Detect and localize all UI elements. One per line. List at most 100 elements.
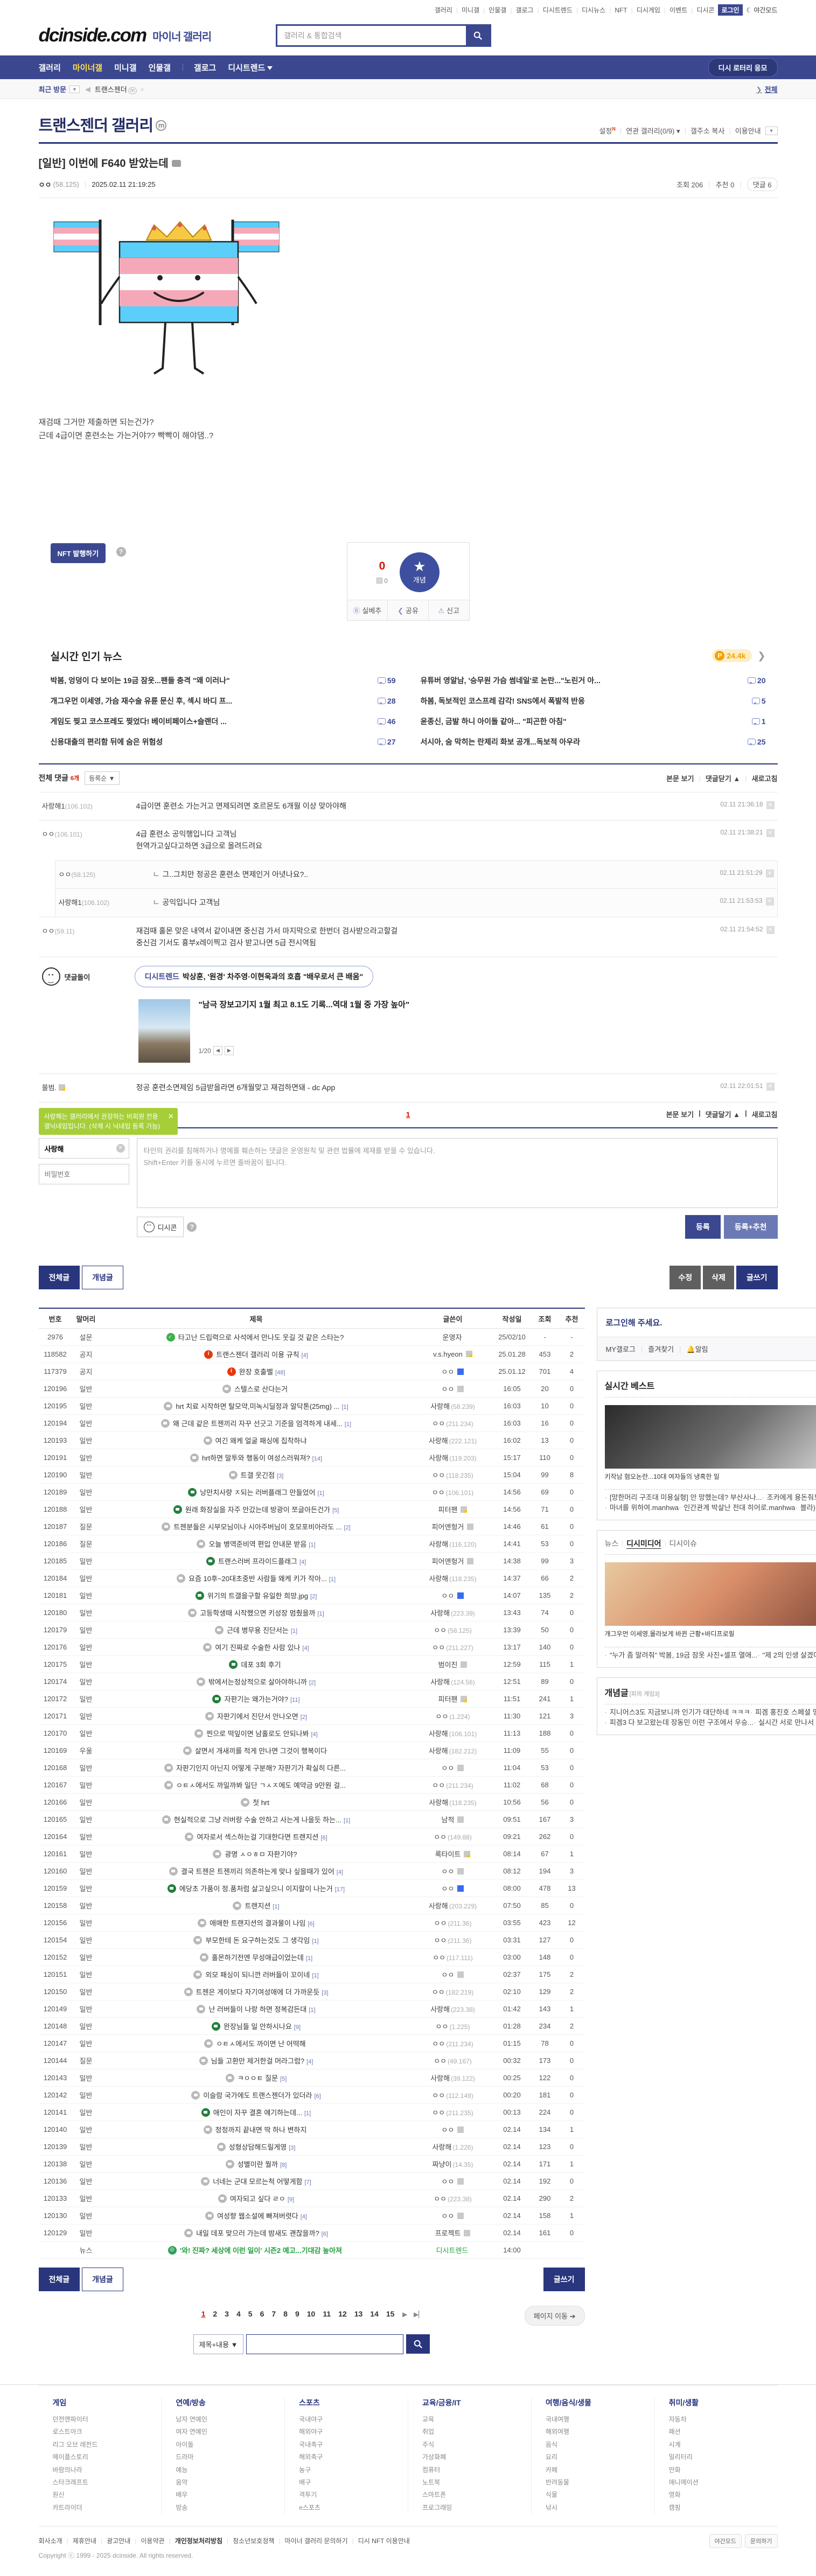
comment-textarea[interactable] [137, 1138, 778, 1208]
scroll-left-icon[interactable]: ◀ [85, 85, 90, 94]
table-row[interactable]: 120190 일반 트갤 웃긴점[3] ㅇㅇ(118.235) 15:04 99… [39, 1466, 585, 1484]
nft-help-icon[interactable]: ? [116, 547, 126, 557]
writer-name[interactable]: ㅇㅇ [434, 1919, 447, 1927]
table-row[interactable]: 120141 일반 애인이 자꾸 결혼 얘기하는데...[1] ㅇㅇ(211.2… [39, 2104, 585, 2121]
post-head-tag[interactable]: 질문 [72, 2052, 100, 2069]
topbar-link[interactable]: 이벤트 [669, 5, 687, 15]
footer-link[interactable]: 로스트아크 [53, 2426, 148, 2438]
news-item[interactable]: 유튜버 영알남, '승무원 가슴 썸네일'로 논란..."노린거 아...20 [421, 675, 766, 686]
related-galleries-link[interactable]: 연관 갤러리(0/9) ▾ [626, 125, 680, 136]
topbar-link[interactable]: 미니갤 [462, 5, 479, 15]
footer-legal-link[interactable]: 디시 NFT 이용안내 [358, 2536, 410, 2545]
vote-action-button[interactable]: ⚠신고 [428, 600, 469, 620]
writer-name[interactable]: ㅇㅇ [434, 2057, 447, 2065]
comment-toolbar-link[interactable]: 새로고침 [752, 1109, 778, 1119]
post-title-link[interactable]: 찐으로 떡잎이면 남홀로도 안되나봐[4] [206, 1730, 317, 1738]
footer-link[interactable]: 취업 [422, 2426, 517, 2438]
writer-name[interactable]: ㅇㅇ [434, 2195, 447, 2203]
writer-name[interactable]: ㅇㅇ [432, 1988, 445, 1996]
write-button[interactable]: 글쓰기 [736, 1266, 778, 1289]
news-item[interactable]: 하봄, 독보적인 코스프레 감각! SNS에서 폭발적 반응5 [421, 696, 766, 706]
footer-link[interactable]: 음악 [176, 2476, 270, 2489]
post-title-link[interactable]: 결국 트젠은 트젠끼리 의존하는게 맞나 싶을때가 있어[4] [181, 1868, 343, 1876]
post-title-link[interactable]: 트젠은 게이보다 자기여성애에 더 가까운듯[3] [196, 1988, 329, 1996]
table-row[interactable]: 120136 일반 너네는 군대 모르는척 어떻게함[7] ㅇㅇ 02.14 1… [39, 2173, 585, 2190]
news-item[interactable]: 신용대출의 편리함 뒤에 숨은 위험성27 [51, 736, 396, 747]
post-head-tag[interactable]: 일반 [72, 1983, 100, 2001]
dccon-help-icon[interactable]: ? [187, 1222, 197, 1232]
news-item[interactable]: 게임도 찢고 코스프레도 찢었다! 베이비페이스+슬랜더 ...46 [51, 716, 396, 727]
post-title-link[interactable]: 부모한테 돈 요구하는것도 그 생각임[1] [205, 1936, 318, 1945]
news-thumbnail-item[interactable]: 개그우먼 이세영,몰라보게 바뀐 근황+바디프로필 [605, 1562, 816, 1639]
footer-link[interactable]: 메이플스토리 [53, 2451, 148, 2463]
post-head-tag[interactable]: 일반 [72, 1777, 100, 1794]
vote-action-button[interactable]: ❮공유 [387, 600, 428, 620]
concept-vote-button[interactable]: ★ 개념 [400, 552, 440, 592]
post-title-link[interactable]: hrt 치료 시작하면 탈모약,미녹시딜정과 알닥톤(25mg) ...[1] [176, 1402, 348, 1410]
table-row[interactable]: 120168 일반 자판기인지 아닌지 어떻게 구분해? 자판기가 확실히 다른… [39, 1759, 585, 1777]
post-head-tag[interactable]: 일반 [72, 1570, 100, 1587]
post-title-link[interactable]: 자판기인지 아닌지 어떻게 구분해? 자판기가 확실히 다른... [176, 1764, 348, 1772]
writer-name[interactable]: 사랑해 [429, 1902, 448, 1910]
post-head-tag[interactable]: 설문 [72, 1329, 100, 1346]
comment-delete-icon[interactable]: ✕ [766, 926, 775, 934]
footer-link[interactable]: 아이돌 [176, 2439, 270, 2451]
post-head-tag[interactable]: 일반 [72, 2207, 100, 2224]
post-head-tag[interactable]: 공지 [72, 1346, 100, 1363]
writer-name[interactable]: ㅇㅇ [432, 2040, 445, 2048]
concept-posts-button[interactable]: 개념글 [82, 1266, 123, 1289]
writer-name[interactable]: ㅇㅇ [432, 1781, 445, 1789]
table-row[interactable]: 120191 일반 hrt하면 말투와 행동이 여성스러워져?[14] 사랑해(… [39, 1449, 585, 1466]
footer-link[interactable]: 만화 [669, 2464, 764, 2476]
post-head-tag[interactable]: 일반 [72, 1673, 100, 1690]
dccon-button[interactable]: 디시콘 [137, 1217, 184, 1237]
footer-legal-link[interactable]: 마이너 갤러리 문의하기 [285, 2536, 348, 2545]
post-head-tag[interactable]: 일반 [72, 2069, 100, 2087]
footer-link[interactable]: 여자 연예인 [176, 2426, 270, 2438]
write-button-bottom[interactable]: 글쓰기 [543, 2268, 585, 2291]
writer-name[interactable]: ㅇㅇ [432, 1420, 445, 1428]
list-item[interactable]: 인간관계 박살난 전대 히어로.manhwa [679, 1500, 795, 1515]
login-quick-link[interactable]: 🔔알림 [687, 1344, 708, 1354]
post-title-link[interactable]: 현실적으로 그냥 러버랑 수술 안하고 사는게 나을듯 하는...[1] [174, 1816, 350, 1824]
post-title-link[interactable]: ㅇㅌㅅ에서도 까이면 난 어떡해 [216, 2040, 308, 2048]
post-title-link[interactable]: 완장 호출벨[48] [239, 1368, 285, 1376]
writer-name[interactable]: ㅇㅇ [432, 1644, 445, 1652]
gallery-more-dropdown[interactable]: ▼ [765, 127, 778, 135]
writer-name[interactable]: ㅇㅇ [442, 1368, 455, 1376]
table-row[interactable]: 2976 설문 타고난 드립력으로 사석에서 만나도 웃길 것 같은 스타는? … [39, 1329, 585, 1346]
post-head-tag[interactable]: 일반 [72, 1587, 100, 1604]
gnb-item[interactable]: 미니갤 [114, 62, 136, 73]
trend-news-title[interactable]: "남극 장보고기지 1월 최고 8.1도 기록...역대 1월 중 가장 높아" [199, 999, 410, 1010]
last-page-icon[interactable]: ▶▏ [414, 2311, 423, 2318]
table-row[interactable]: 120187 질문 트젠분들은 시부모님이나 시아주버님이 호모포비아라도 ..… [39, 1518, 585, 1535]
topbar-link[interactable]: 갤러리 [435, 5, 452, 15]
post-title-link[interactable]: ㅋㅇㅇㅌ 질문[5] [238, 2074, 287, 2082]
post-head-tag[interactable]: 일반 [72, 2087, 100, 2104]
post-title-link[interactable]: hrt하면 말투와 행동이 여성스러워져?[14] [202, 1454, 322, 1462]
post-title-link[interactable]: 여기 진짜로 수술한 사람 있나[4] [215, 1644, 309, 1652]
table-row[interactable]: 120130 일반 여성향 웹소설에 빠져버렷다[4] ㅇㅇ 02.14 158… [39, 2207, 585, 2224]
table-row[interactable]: 120196 일반 스텔스로 산다는거 ㅇㅇ 16:05 20 0 [39, 1380, 585, 1398]
writer-name[interactable]: 남적 [442, 1816, 455, 1824]
lottery-button[interactable]: 디시 로터리 응모 [708, 58, 778, 77]
post-title-link[interactable]: 애인이 자꾸 결혼 얘기하는데...[1] [213, 2109, 311, 2117]
post-title-link[interactable]: 성형상담해드릴게영[3] [229, 2143, 296, 2151]
post-title-link[interactable]: 애매한 트랜지션의 결과물이 나임[6] [210, 1919, 315, 1927]
footer-link[interactable]: 해외여행 [546, 2426, 640, 2438]
post-head-tag[interactable]: 일반 [72, 1897, 100, 1914]
table-row[interactable]: 120179 일반 근데 병무용 진단서는[1] ㅇㅇ(58.125) 13:3… [39, 1622, 585, 1639]
table-row[interactable]: 120180 일반 고등학생때 시작했으면 키성장 멈췄을까[1] 사랑해(22… [39, 1604, 585, 1622]
post-title-link[interactable]: 여긴 왜케 얼굴 패싱에 집착하냐 [215, 1437, 309, 1445]
post-title-link[interactable]: 트랜스젠더 갤러리 이용 규칙[4] [216, 1351, 308, 1359]
post-head-tag[interactable]: 일반 [72, 1880, 100, 1897]
writer-name[interactable]: ㅇㅇ [434, 1626, 447, 1634]
news-thumbnail[interactable] [138, 999, 190, 1063]
prev-news-button[interactable]: ◀ [213, 1046, 222, 1055]
writer-name[interactable]: 프로젝트 [435, 2229, 461, 2237]
writer-name[interactable]: ㅇㅇ [442, 2126, 455, 2134]
comment-delete-icon[interactable]: ✕ [766, 801, 775, 809]
footer-link[interactable]: 배우 [176, 2489, 270, 2501]
post-head-tag[interactable]: 일반 [72, 2018, 100, 2035]
topbar-link[interactable]: 디시트렌드 [543, 5, 573, 15]
